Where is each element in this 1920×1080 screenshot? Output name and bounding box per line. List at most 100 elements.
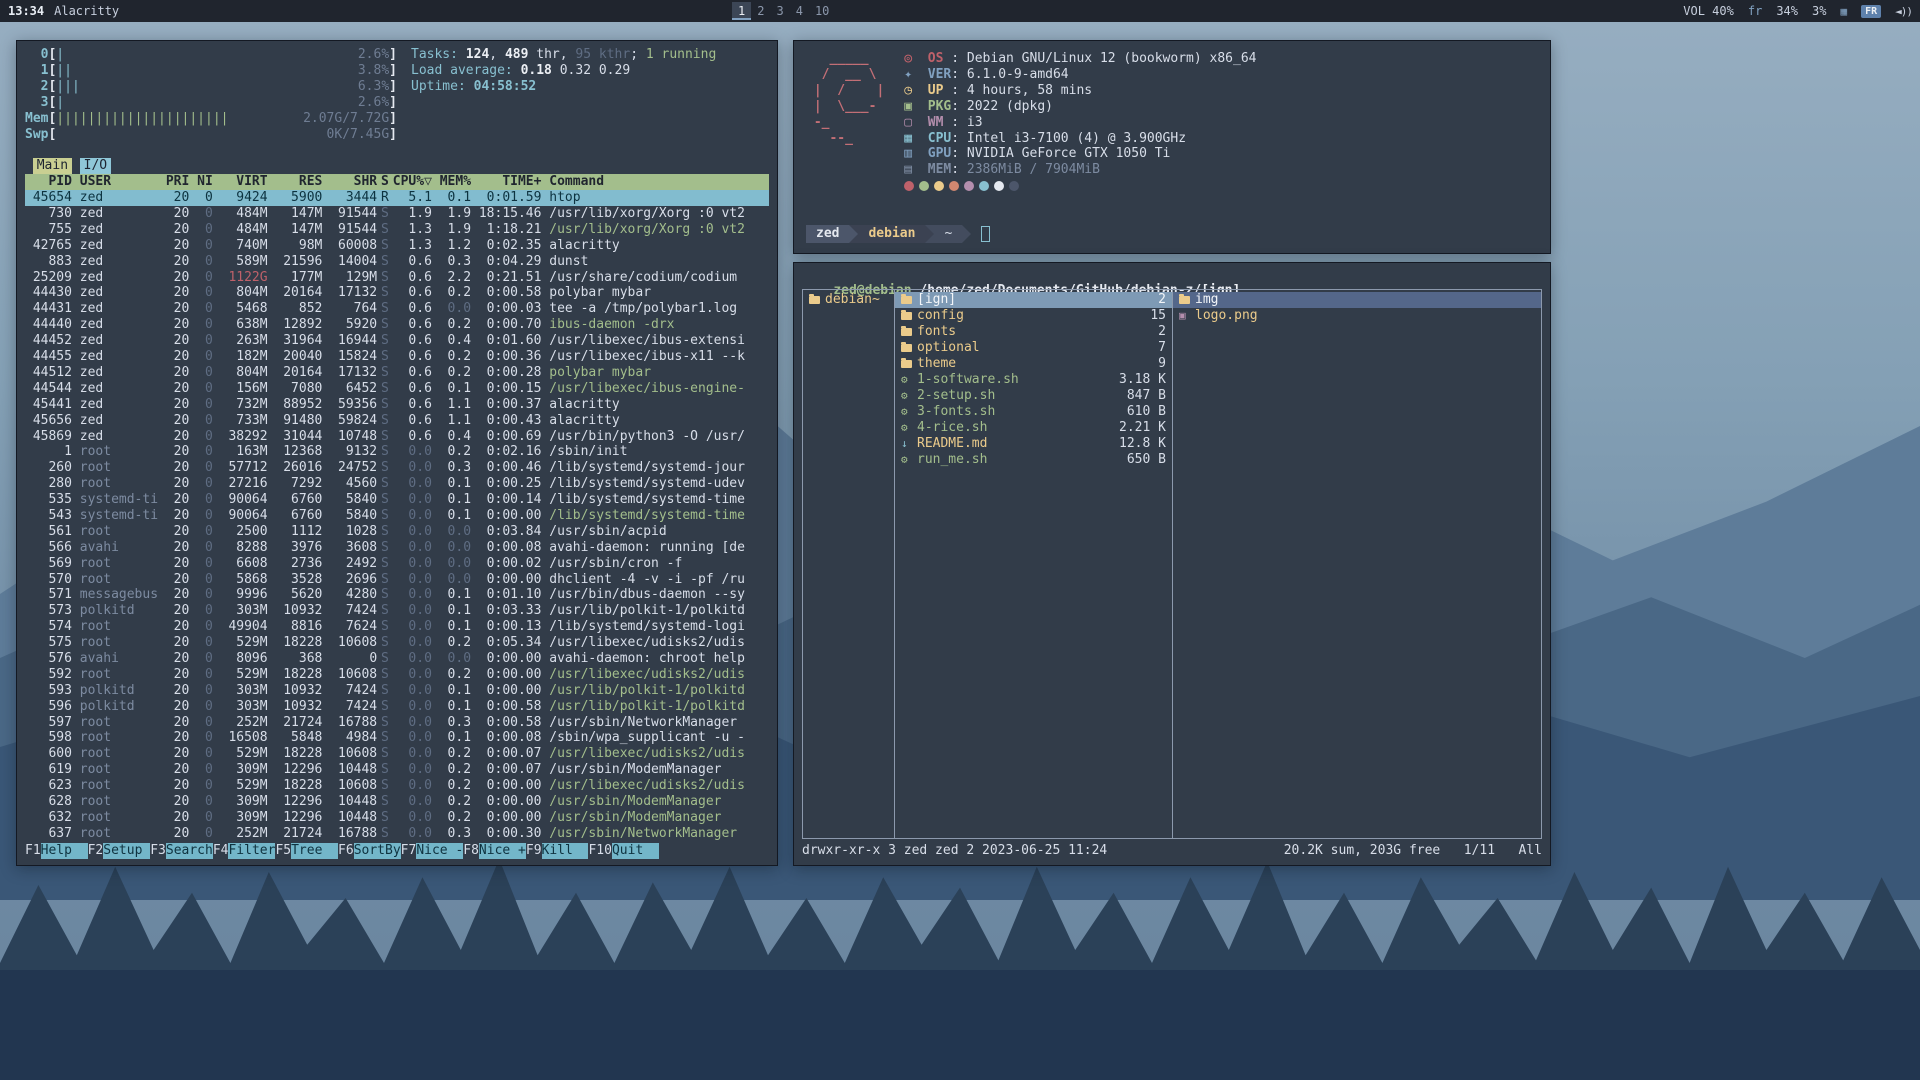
process-row[interactable]: 1root200163M123689132S0.00.20:02.16/sbin… <box>25 444 769 460</box>
htop-window[interactable]: 0[|2.6%]1[||3.8%]2[|||6.3%]3[|2.6%]Mem[|… <box>16 40 778 866</box>
column-header-pri[interactable]: PRI <box>158 174 189 190</box>
process-row[interactable]: 637root200252M2172416788S0.00.30:00.30/u… <box>25 826 769 842</box>
process-row[interactable]: 42765zed200740M98M60008S1.31.20:02.35ala… <box>25 238 769 254</box>
fkey-tree[interactable]: F5Tree <box>275 843 338 859</box>
file-list-item[interactable]: optional7 <box>895 340 1172 356</box>
tab-io[interactable]: I/O <box>80 158 111 174</box>
column-header-pid[interactable]: PID <box>25 174 72 190</box>
process-row[interactable]: 623root200529M1822810608S0.00.20:00.00/u… <box>25 778 769 794</box>
process-row[interactable]: 543systemd-ti2009006467605840S0.00.10:00… <box>25 508 769 524</box>
fkey-nice[interactable]: F8Nice + <box>463 843 526 859</box>
workspace-button-1[interactable]: 1 <box>732 2 751 20</box>
process-row[interactable]: 574root2004990488167624S0.00.10:00.13/li… <box>25 619 769 635</box>
file-manager-window[interactable]: zed@debian /home/zed/Documents/GitHub/de… <box>793 262 1551 866</box>
process-row[interactable]: 280root2002721672924560S0.00.10:00.25/li… <box>25 476 769 492</box>
uptime-line: Uptime: 04:58:52 <box>411 79 769 95</box>
process-row[interactable]: 576avahi20080963680S0.00.00:00.00avahi-d… <box>25 651 769 667</box>
file-list-item[interactable]: ⚙4-rice.sh2.21 K <box>895 420 1172 436</box>
process-row[interactable]: 25209zed2001122G177M129MS0.62.20:21.51/u… <box>25 270 769 286</box>
meter-value: 0K/7.45G <box>327 127 390 143</box>
folder-icon <box>901 360 917 368</box>
keyboard-layout-indicator[interactable]: fr <box>1748 4 1762 18</box>
process-row[interactable]: 44431zed2005468852764S0.60.00:00.03tee -… <box>25 301 769 317</box>
process-row[interactable]: 260root200577122601624752S0.00.30:00.46/… <box>25 460 769 476</box>
process-row[interactable]: 44440zed200638M128925920S0.60.20:00.70ib… <box>25 317 769 333</box>
file-manager-panes: debian~ [ign]2config15fonts2optional7the… <box>802 289 1542 839</box>
process-row[interactable]: 571messagebus200999656204280S0.00.10:01.… <box>25 587 769 603</box>
process-row[interactable]: 566avahi200828839763608S0.00.00:00.08ava… <box>25 540 769 556</box>
process-table-header[interactable]: PIDUSERPRINIVIRTRESSHRSCPU%▽MEM%TIME+Com… <box>25 174 769 190</box>
process-row[interactable]: 593polkitd200303M109327424S0.00.10:00.00… <box>25 683 769 699</box>
process-row[interactable]: 596polkitd200303M109327424S0.00.10:00.58… <box>25 699 769 715</box>
column-header-ni[interactable]: NI <box>189 174 212 190</box>
column-header-res[interactable]: RES <box>268 174 323 190</box>
language-badge[interactable]: FR <box>1861 5 1881 18</box>
process-row[interactable]: 575root200529M1822810608S0.00.20:05.34/u… <box>25 635 769 651</box>
process-row[interactable]: 883zed200589M2159614004S0.60.30:04.29dun… <box>25 254 769 270</box>
fastfetch-window[interactable]: _____ / __ \ | / | | \___- -_ --_ ◎OS : … <box>793 40 1551 254</box>
volume-indicator[interactable]: VOL 40% <box>1683 4 1734 18</box>
network-icon[interactable]: ▦ <box>1840 5 1847 18</box>
process-row[interactable]: 561root200250011121028S0.00.00:03.84/usr… <box>25 524 769 540</box>
file-list-item[interactable]: ⚙3-fonts.sh610 B <box>895 404 1172 420</box>
process-row[interactable]: 45441zed200732M8895259356S0.61.10:00.37a… <box>25 397 769 413</box>
column-header-virt[interactable]: VIRT <box>213 174 268 190</box>
process-row[interactable]: 44455zed200182M2004015824S0.60.20:00.36/… <box>25 349 769 365</box>
fkey-search[interactable]: F3Search <box>150 843 213 859</box>
workspace-button-4[interactable]: 4 <box>790 2 809 20</box>
process-row[interactable]: 44452zed200263M3196416944S0.60.40:01.60/… <box>25 333 769 349</box>
file-list-item[interactable]: ⚙2-setup.sh847 B <box>895 388 1172 404</box>
process-row[interactable]: 632root200309M1229610448S0.00.20:00.00/u… <box>25 810 769 826</box>
process-row[interactable]: 573polkitd200303M109327424S0.00.10:03.33… <box>25 603 769 619</box>
process-row[interactable]: 592root200529M1822810608S0.00.20:00.00/u… <box>25 667 769 683</box>
column-header-shr[interactable]: SHR <box>322 174 377 190</box>
parent-dir-item[interactable]: debian~ <box>803 292 894 308</box>
process-row[interactable]: 535systemd-ti2009006467605840S0.00.10:00… <box>25 492 769 508</box>
workspace-button-10[interactable]: 10 <box>809 2 835 20</box>
fkey-setup[interactable]: F2Setup <box>88 843 151 859</box>
fkey-quit[interactable]: F10Quit <box>588 843 658 859</box>
fkey-kill[interactable]: F9Kill <box>526 843 589 859</box>
process-row[interactable]: 44544zed200156M70806452S0.60.10:00.15/us… <box>25 381 769 397</box>
workspace-button-2[interactable]: 2 <box>751 2 770 20</box>
process-row[interactable]: 44430zed200804M2016417132S0.60.20:00.58p… <box>25 285 769 301</box>
process-row[interactable]: 598root2001650858484984S0.00.10:00.08/sb… <box>25 730 769 746</box>
tab-main[interactable]: Main <box>33 158 72 174</box>
process-row[interactable]: 45654zed200942459003444R5.10.10:01.59hto… <box>25 190 769 206</box>
speaker-icon[interactable]: ◄)) <box>1895 5 1912 18</box>
column-header-cpu[interactable]: CPU%▽ <box>393 174 432 190</box>
file-list-item[interactable]: [ign]2 <box>895 292 1172 308</box>
process-row[interactable]: 628root200309M1229610448S0.00.20:00.00/u… <box>25 794 769 810</box>
fkey-sortby[interactable]: F6SortBy <box>338 843 401 859</box>
fkey-nice[interactable]: F7Nice - <box>401 843 464 859</box>
file-list-item[interactable]: ⚙1-software.sh3.18 K <box>895 372 1172 388</box>
process-row[interactable]: 619root200309M1229610448S0.00.20:00.07/u… <box>25 762 769 778</box>
file-list-item[interactable]: ⚙run_me.sh650 B <box>895 452 1172 468</box>
script-icon: ⚙ <box>901 452 917 468</box>
process-row[interactable]: 730zed200484M147M91544S1.91.918:15.46/us… <box>25 206 769 222</box>
process-row[interactable]: 569root200660827362492S0.00.00:00.02/usr… <box>25 556 769 572</box>
process-row[interactable]: 44512zed200804M2016417132S0.60.20:00.28p… <box>25 365 769 381</box>
column-header-command[interactable]: Command <box>541 174 769 190</box>
preview-item[interactable]: img <box>1173 292 1541 308</box>
file-list-item[interactable]: config15 <box>895 308 1172 324</box>
file-list-item[interactable]: fonts2 <box>895 324 1172 340</box>
process-row[interactable]: 600root200529M1822810608S0.00.20:00.07/u… <box>25 746 769 762</box>
column-header-time[interactable]: TIME+ <box>471 174 541 190</box>
process-row[interactable]: 597root200252M2172416788S0.00.30:00.58/u… <box>25 715 769 731</box>
file-list-item[interactable]: theme9 <box>895 356 1172 372</box>
process-row[interactable]: 45869zed200382923104410748S0.60.40:00.69… <box>25 429 769 445</box>
process-row[interactable]: 570root200586835282696S0.00.00:00.00dhcl… <box>25 572 769 588</box>
process-row[interactable]: 45656zed200733M9148059824S0.61.10:00.43a… <box>25 413 769 429</box>
fkey-filter[interactable]: F4Filter <box>213 843 276 859</box>
meter-bars: || <box>56 63 72 79</box>
terminal-cursor[interactable] <box>981 226 990 242</box>
process-row[interactable]: 755zed200484M147M91544S1.31.91:18.21/usr… <box>25 222 769 238</box>
fkey-help[interactable]: F1Help <box>25 843 88 859</box>
file-list-item[interactable]: ↓README.md12.8 K <box>895 436 1172 452</box>
preview-item[interactable]: ▣logo.png <box>1173 308 1541 324</box>
column-header-user[interactable]: USER <box>72 174 158 190</box>
workspace-button-3[interactable]: 3 <box>770 2 789 20</box>
column-header-mem[interactable]: MEM% <box>432 174 471 190</box>
column-header-s[interactable]: S <box>377 174 393 190</box>
